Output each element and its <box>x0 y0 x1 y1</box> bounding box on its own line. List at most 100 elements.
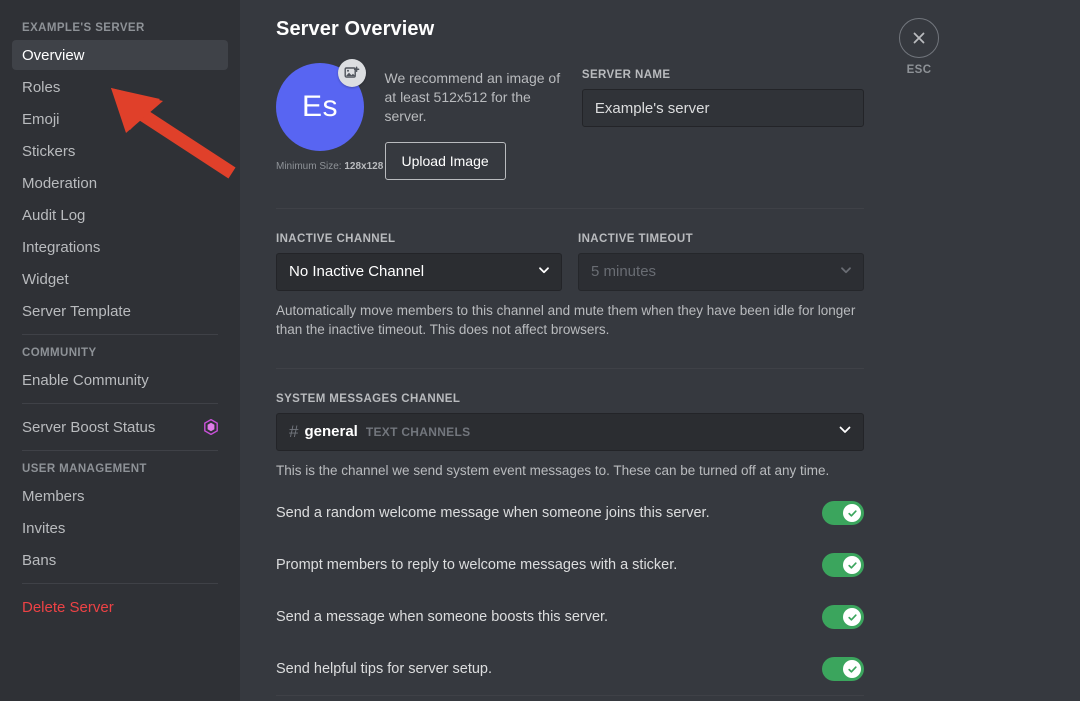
server-settings-window: EXAMPLE'S SERVER Overview Roles Emoji St… <box>0 0 1080 701</box>
sidebar-divider <box>22 403 218 404</box>
system-message-toggles: Send a random welcome message when someo… <box>276 494 864 688</box>
sidebar-item-label: Stickers <box>22 144 75 159</box>
sidebar-item-enable-community[interactable]: Enable Community <box>12 365 228 395</box>
inactive-timeout-value: 5 minutes <box>591 263 656 280</box>
system-messages-channel-select[interactable]: # general TEXT CHANNELS <box>276 413 864 451</box>
sidebar-item-delete-server[interactable]: Delete Server <box>12 592 228 622</box>
sidebar-item-label: Widget <box>22 272 69 287</box>
sidebar-item-moderation[interactable]: Moderation <box>12 168 228 198</box>
check-icon <box>847 508 858 519</box>
toggle-sticker-reply-prompt[interactable] <box>822 553 864 577</box>
server-name-label: SERVER NAME <box>582 69 864 81</box>
inactive-timeout-group: INACTIVE TIMEOUT 5 minutes <box>578 233 864 291</box>
avatar-initials: Es <box>302 90 338 124</box>
sidebar-item-label: Server Boost Status <box>22 420 155 435</box>
inactive-timeout-select: 5 minutes <box>578 253 864 291</box>
system-messages-label: SYSTEM MESSAGES CHANNEL <box>276 393 864 405</box>
toggle-boost-message[interactable] <box>822 605 864 629</box>
sidebar-item-stickers[interactable]: Stickers <box>12 136 228 166</box>
server-avatar-group: Es Minimum Size: 128x128 <box>276 63 385 172</box>
inactive-channel-label: INACTIVE CHANNEL <box>276 233 562 245</box>
sidebar-community-header: COMMUNITY <box>12 343 228 365</box>
sidebar-item-server-template[interactable]: Server Template <box>12 296 228 326</box>
sidebar-item-label: Server Template <box>22 304 131 319</box>
sidebar-item-label: Overview <box>22 48 85 63</box>
server-name-group: SERVER NAME <box>582 63 864 127</box>
sidebar-item-emoji[interactable]: Emoji <box>12 104 228 134</box>
upload-group: We recommend an image of at least 512x51… <box>385 63 572 180</box>
settings-sidebar: EXAMPLE'S SERVER Overview Roles Emoji St… <box>0 0 240 701</box>
sidebar-item-integrations[interactable]: Integrations <box>12 232 228 262</box>
chevron-down-icon <box>839 263 853 281</box>
close-settings-group: ESC <box>889 18 949 76</box>
toggle-label: Send a random welcome message when someo… <box>276 505 710 521</box>
server-identity-section: Es Minimum Size: 128x128 <box>276 63 864 180</box>
toggle-label: Send helpful tips for server setup. <box>276 661 492 677</box>
inactive-channel-value: No Inactive Channel <box>289 263 424 280</box>
inactive-timeout-label: INACTIVE TIMEOUT <box>578 233 864 245</box>
inactive-channel-select[interactable]: No Inactive Channel <box>276 253 562 291</box>
server-name-input[interactable] <box>582 89 864 127</box>
upload-image-button[interactable]: Upload Image <box>385 142 506 180</box>
toggle-knob <box>843 608 861 626</box>
toggle-knob <box>843 504 861 522</box>
inactive-channel-group: INACTIVE CHANNEL No Inactive Channel <box>276 233 562 291</box>
settings-main-panel: Server Overview Es <box>240 0 1080 701</box>
add-image-icon[interactable] <box>338 59 366 87</box>
sidebar-item-label: Members <box>22 489 85 504</box>
sidebar-item-label: Invites <box>22 521 65 536</box>
toggle-knob <box>843 556 861 574</box>
sidebar-divider <box>22 583 218 584</box>
toggle-row: Send a message when someone boosts this … <box>276 598 864 636</box>
toggle-welcome-message[interactable] <box>822 501 864 525</box>
boost-gem-icon <box>204 419 218 435</box>
toggle-row: Prompt members to reply to welcome messa… <box>276 546 864 584</box>
esc-label: ESC <box>889 64 949 76</box>
minimum-size-caption: Minimum Size: 128x128 <box>276 161 385 172</box>
chevron-down-icon <box>537 263 551 281</box>
bottom-divider <box>276 695 864 696</box>
minimum-size-prefix: Minimum Size: <box>276 161 344 172</box>
check-icon <box>847 664 858 675</box>
toggle-knob <box>843 660 861 678</box>
sidebar-divider <box>22 450 218 451</box>
toggle-label: Prompt members to reply to welcome messa… <box>276 557 677 573</box>
sidebar-item-invites[interactable]: Invites <box>12 513 228 543</box>
close-x-icon <box>910 29 928 47</box>
section-divider <box>276 208 864 209</box>
minimum-size-value: 128x128 <box>344 161 383 172</box>
sidebar-item-label: Integrations <box>22 240 100 255</box>
sidebar-item-members[interactable]: Members <box>12 481 228 511</box>
sidebar-divider <box>22 334 218 335</box>
sidebar-item-audit-log[interactable]: Audit Log <box>12 200 228 230</box>
inactive-helper-text: Automatically move members to this chann… <box>276 301 864 340</box>
toggle-row: Send a random welcome message when someo… <box>276 494 864 532</box>
page-title: Server Overview <box>276 18 864 41</box>
sidebar-item-server-boost-status[interactable]: Server Boost Status <box>12 412 228 442</box>
upload-recommendation-text: We recommend an image of at least 512x51… <box>385 69 572 126</box>
toggle-label: Send a message when someone boosts this … <box>276 609 608 625</box>
close-button[interactable] <box>899 18 939 58</box>
sidebar-item-widget[interactable]: Widget <box>12 264 228 294</box>
sidebar-item-roles[interactable]: Roles <box>12 72 228 102</box>
sidebar-item-label: Delete Server <box>22 600 114 615</box>
system-channel-category: TEXT CHANNELS <box>366 425 471 439</box>
sidebar-item-label: Enable Community <box>22 373 149 388</box>
check-icon <box>847 560 858 571</box>
sidebar-item-label: Audit Log <box>22 208 85 223</box>
sidebar-item-bans[interactable]: Bans <box>12 545 228 575</box>
system-messages-section: SYSTEM MESSAGES CHANNEL # general TEXT C… <box>276 393 864 481</box>
sidebar-item-label: Roles <box>22 80 60 95</box>
check-icon <box>847 612 858 623</box>
inactive-settings-section: INACTIVE CHANNEL No Inactive Channel INA… <box>276 233 864 291</box>
toggle-setup-tips[interactable] <box>822 657 864 681</box>
sidebar-server-header: EXAMPLE'S SERVER <box>12 18 228 40</box>
hash-icon: # <box>289 423 298 440</box>
sidebar-item-label: Moderation <box>22 176 97 191</box>
section-divider <box>276 368 864 369</box>
sidebar-user-management-header: USER MANAGEMENT <box>12 459 228 481</box>
chevron-down-icon <box>837 421 853 442</box>
sidebar-item-label: Bans <box>22 553 56 568</box>
sidebar-item-label: Emoji <box>22 112 60 127</box>
sidebar-item-overview[interactable]: Overview <box>12 40 228 70</box>
